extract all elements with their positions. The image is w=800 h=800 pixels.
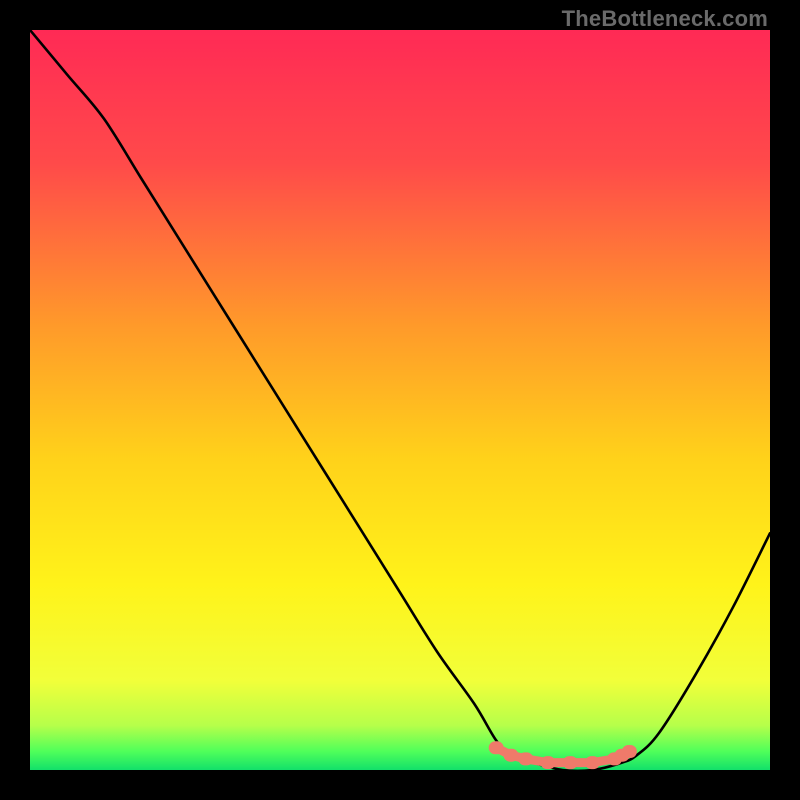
marker-dot <box>489 742 503 754</box>
marker-dot <box>519 753 533 765</box>
bottleneck-curve <box>30 30 770 770</box>
chart-svg <box>30 30 770 770</box>
marker-dot <box>504 749 518 761</box>
marker-dot <box>541 757 555 769</box>
marker-dot <box>585 757 599 769</box>
watermark-text: TheBottleneck.com <box>562 6 768 32</box>
chart-frame <box>30 30 770 770</box>
marker-dot <box>563 757 577 769</box>
optimal-range-markers <box>489 742 636 769</box>
marker-dot <box>622 746 636 758</box>
